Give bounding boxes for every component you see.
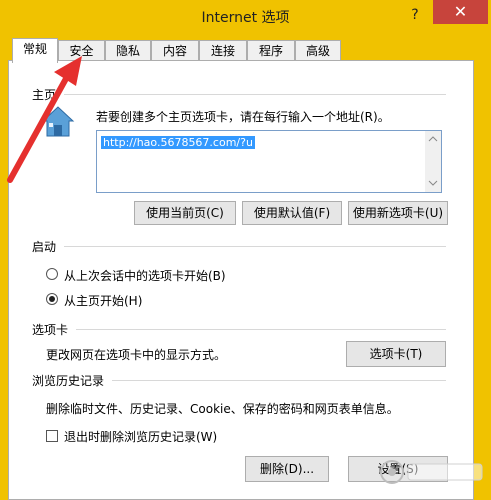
delete-on-exit-checkbox[interactable] [46, 430, 58, 442]
home-url-textarea[interactable]: http://hao.5678567.com/?u [96, 130, 442, 193]
watermark-logo-icon [380, 460, 483, 484]
delete-on-exit-label: 退出时删除浏览历史记录(W) [64, 430, 218, 444]
close-button[interactable]: ✕ [433, 0, 488, 24]
startup-home-radio[interactable] [46, 293, 58, 305]
title-bar: Internet 选项 ? ✕ [0, 0, 491, 32]
textarea-scrollbar[interactable] [425, 131, 441, 192]
history-description: 删除临时文件、历史记录、Cookie、保存的密码和网页表单信息。 [46, 402, 399, 416]
tab-general[interactable]: 常规 [12, 38, 58, 63]
scroll-arrows-icon [428, 136, 438, 186]
startup-last-session-radio[interactable] [46, 268, 58, 280]
history-divider [112, 380, 446, 381]
use-new-tab-button[interactable]: 使用新选项卡(U) [348, 201, 448, 225]
tabs-settings-button[interactable]: 选项卡(T) [346, 341, 446, 367]
startup-section-title: 启动 [32, 240, 57, 254]
tab-advanced[interactable]: 高级 [295, 40, 341, 62]
home-section-title: 主页 [32, 88, 57, 102]
tabs-section-title: 选项卡 [32, 323, 69, 337]
home-description: 若要创建多个主页选项卡，请在每行输入一个地址(R)。 [96, 110, 390, 124]
home-divider [64, 94, 446, 95]
tabs-description: 更改网页在选项卡中的显示方式。 [46, 348, 227, 362]
home-url-value: http://hao.5678567.com/?u [101, 136, 255, 149]
tabs-divider [76, 329, 446, 330]
tab-connections[interactable]: 连接 [199, 40, 247, 62]
tab-privacy[interactable]: 隐私 [105, 40, 151, 62]
tab-content[interactable]: 内容 [151, 40, 199, 62]
history-section-title: 浏览历史记录 [32, 374, 105, 388]
use-current-button[interactable]: 使用当前页(C) [134, 201, 236, 225]
startup-divider [64, 246, 446, 247]
startup-home-label: 从主页开始(H) [64, 294, 143, 308]
home-icon [41, 106, 75, 137]
delete-history-button[interactable]: 删除(D)... [245, 456, 329, 482]
startup-last-session-label: 从上次会话中的选项卡开始(B) [64, 269, 226, 283]
use-default-button[interactable]: 使用默认值(F) [242, 201, 342, 225]
help-button[interactable]: ? [402, 4, 428, 26]
tab-programs[interactable]: 程序 [247, 40, 295, 62]
internet-options-window: Internet 选项 ? ✕ 常规 安全 隐私 内容 连接 程序 高级 主页 … [0, 0, 491, 500]
tab-security[interactable]: 安全 [58, 40, 105, 62]
